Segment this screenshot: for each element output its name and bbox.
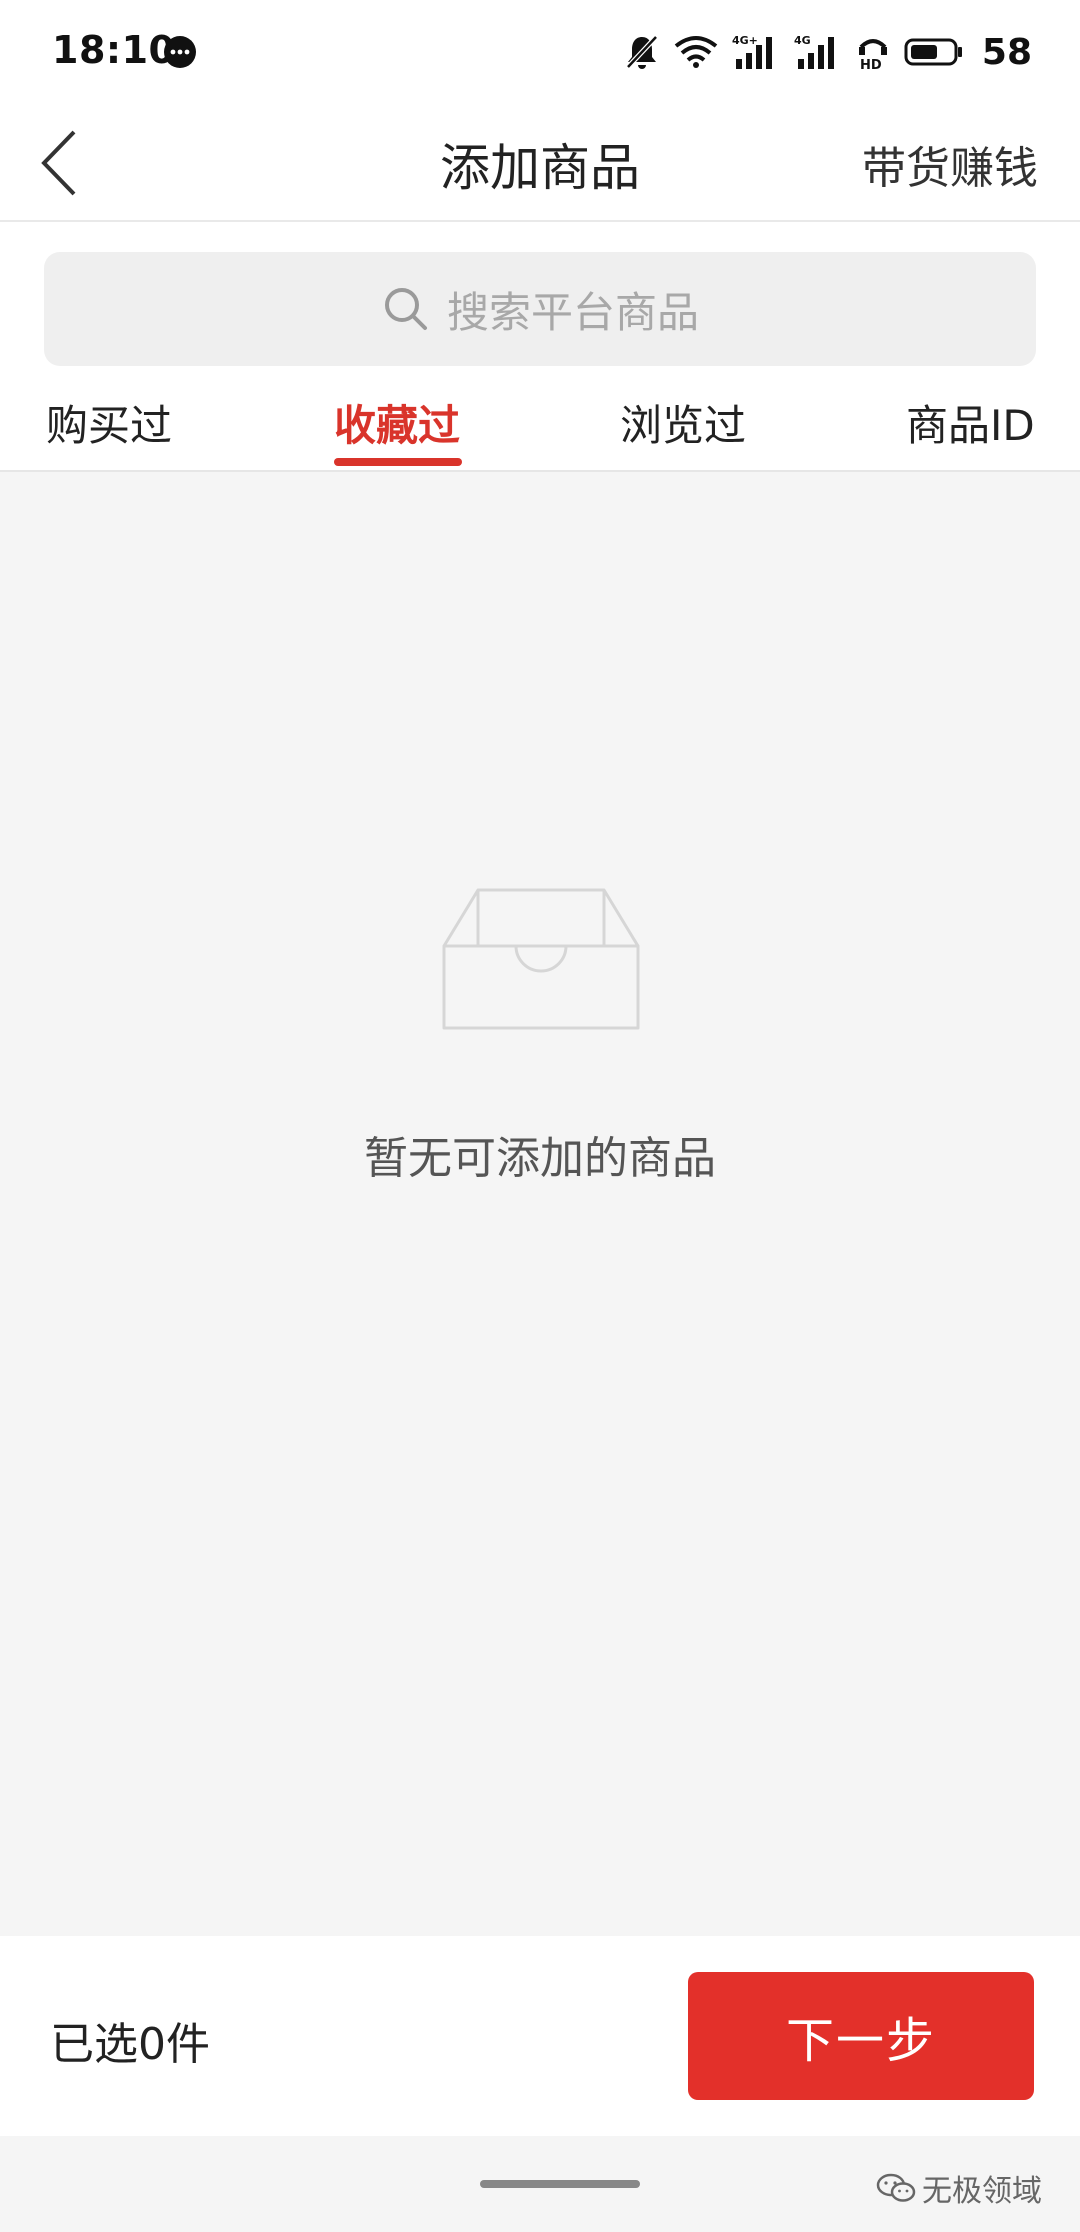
search-input[interactable]: 搜索平台商品: [44, 252, 1036, 366]
tab-purchased[interactable]: 购买过: [46, 392, 172, 453]
bottom-bar: 已选0件 下一步: [0, 1936, 1080, 2136]
status-bar: 18:10 4G+ 4G HD 58: [0, 0, 1080, 108]
battery-level: 58: [981, 31, 1032, 73]
cellular-signal-1-icon: 4G+: [732, 34, 772, 69]
selected-count: 已选0件: [50, 2019, 210, 2070]
tab-favorited[interactable]: 收藏过: [334, 392, 460, 453]
wifi-icon: [674, 36, 718, 68]
network-label-2: 4G: [794, 34, 811, 47]
status-time: 18:10: [52, 28, 176, 72]
search-placeholder: 搜索平台商品: [446, 287, 699, 337]
tab-product-id[interactable]: 商品ID: [906, 392, 1035, 453]
watermark: 无极领域: [876, 2166, 1042, 2210]
nav-bar: 添加商品 带货赚钱: [0, 108, 1080, 222]
wechat-icon: [876, 2173, 916, 2202]
mute-bell-icon: [626, 35, 658, 69]
tab-bar: 购买过 收藏过 浏览过 商品ID: [0, 380, 1080, 472]
hd-label: HD: [860, 58, 882, 71]
search-icon: [384, 288, 427, 330]
top-bar: 18:10 4G+ 4G HD 58 添加商品 带货赚钱: [0, 0, 1080, 222]
battery-icon: [904, 38, 962, 66]
cellular-signal-2-icon: 4G: [794, 34, 834, 69]
active-tab-indicator: [334, 458, 462, 466]
next-step-button[interactable]: 下一步: [688, 1972, 1034, 2100]
network-label-1: 4G+: [732, 34, 758, 47]
watermark-text: 无极领域: [922, 2174, 1042, 2209]
empty-state-message: 暂无可添加的商品: [364, 1133, 716, 1184]
message-bubble-icon: [164, 36, 196, 68]
home-indicator[interactable]: [480, 2180, 640, 2188]
status-icons: 4G+ 4G HD 58: [624, 30, 1032, 74]
earn-commission-link[interactable]: 带货赚钱: [862, 132, 1038, 196]
tab-browsed[interactable]: 浏览过: [620, 392, 746, 453]
hd-voice-icon: HD: [858, 39, 887, 71]
gesture-bar: 无极领域: [0, 2136, 1080, 2232]
empty-box-icon: [442, 888, 640, 1030]
